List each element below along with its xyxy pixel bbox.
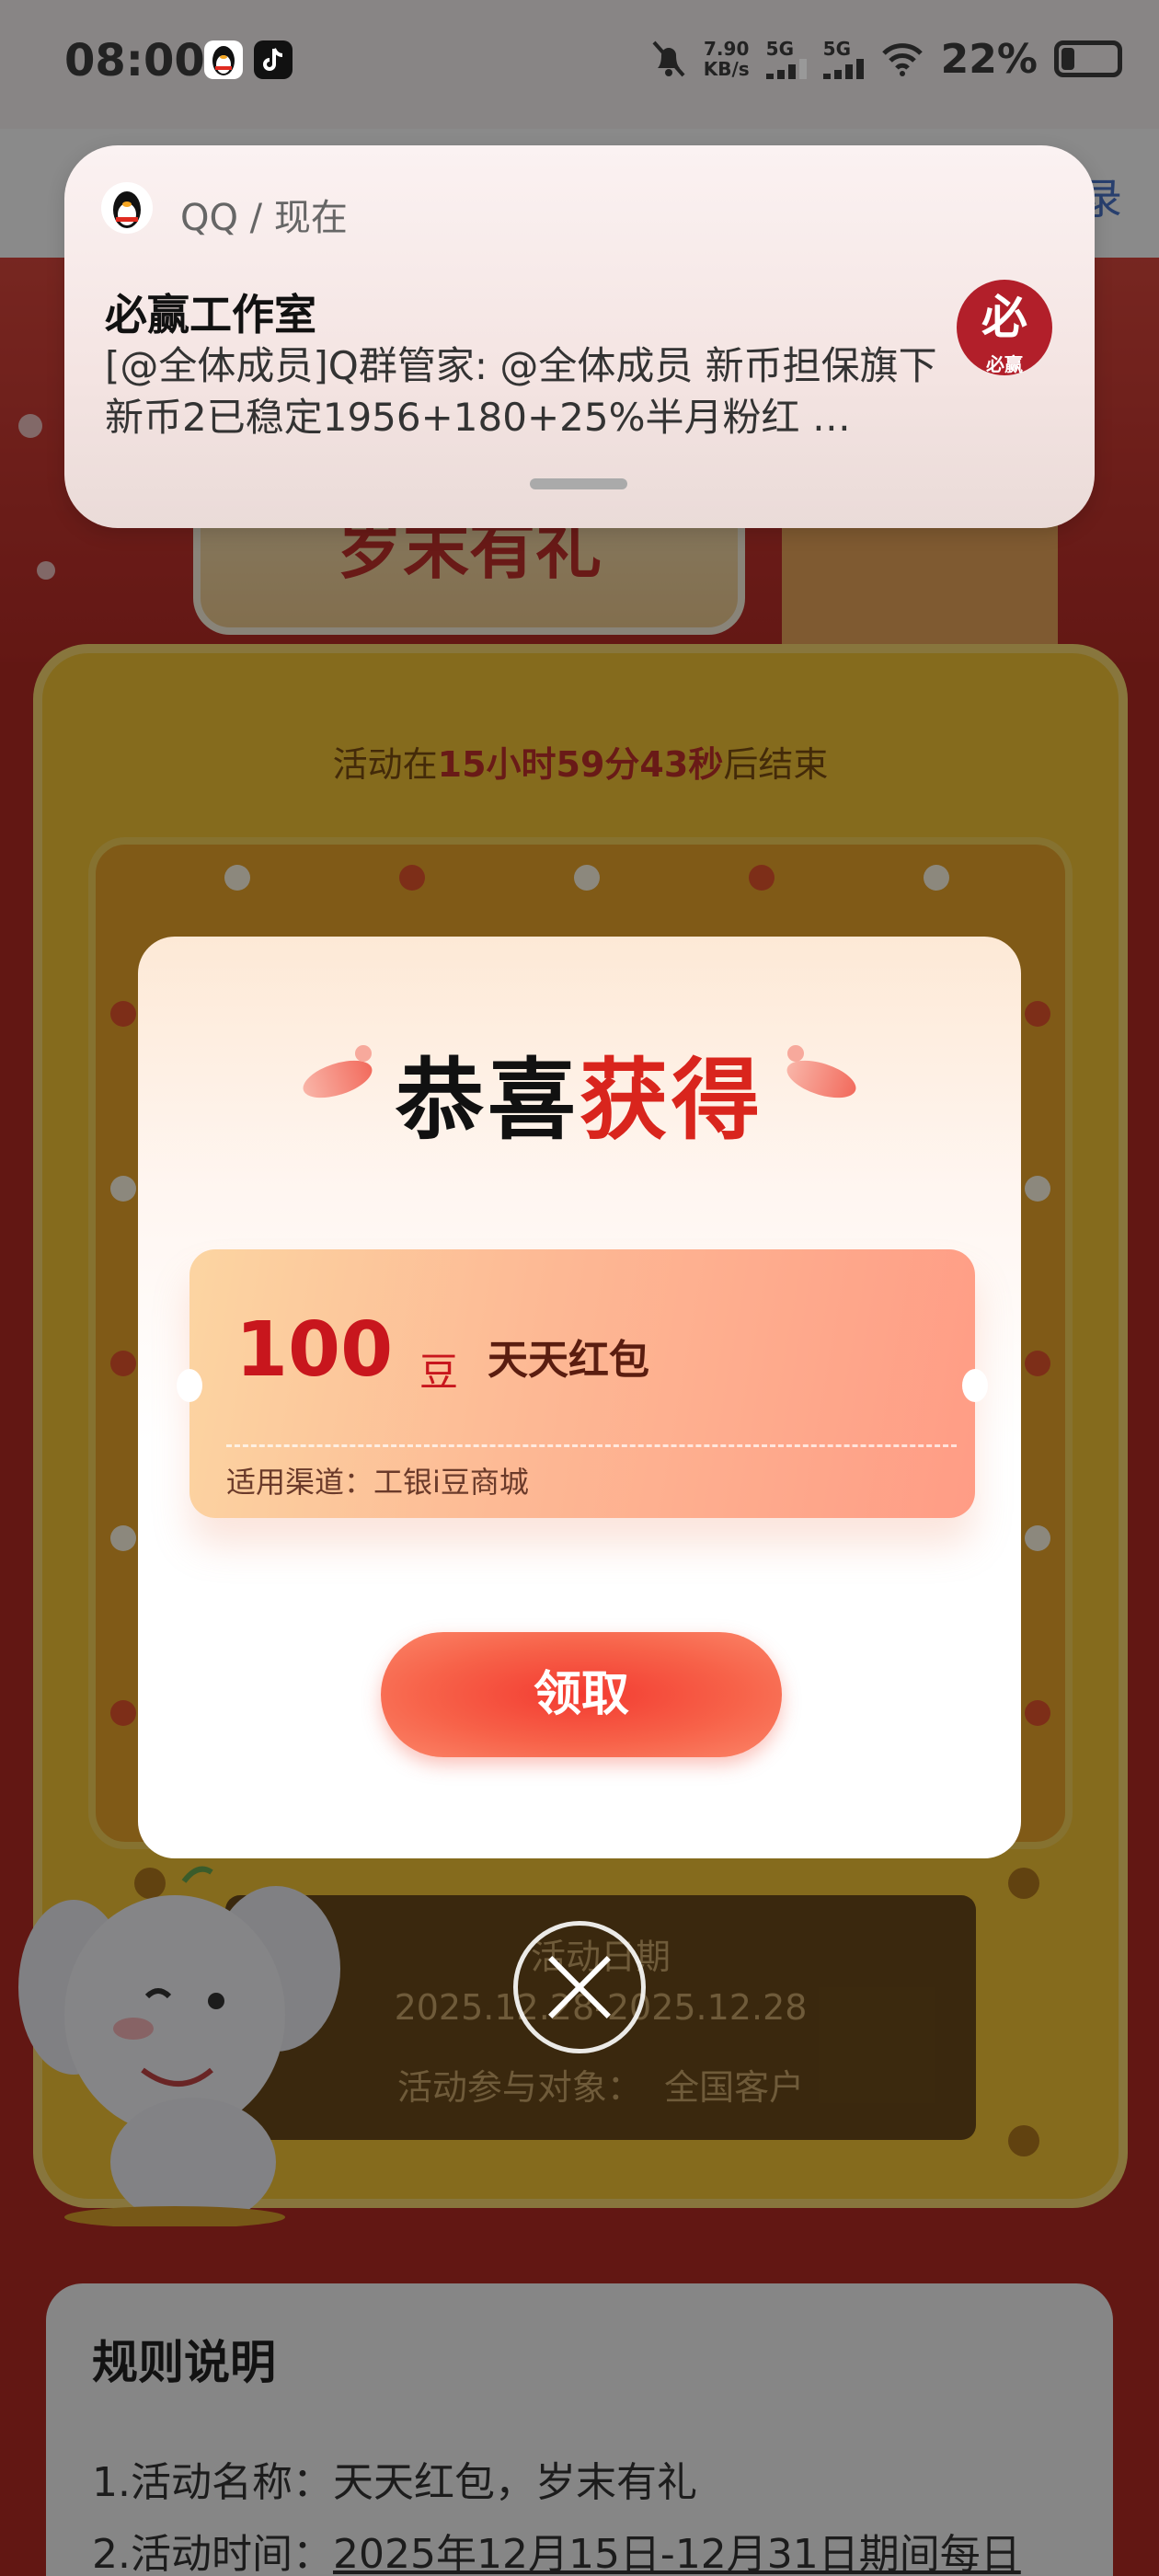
notification-body: [@全体成员]Q群管家: @全体成员 新币担保旗下新币2已稳定1956+180+… [105,343,937,440]
notification-app-name: QQ / 现在 [180,197,348,239]
notification-drag-handle[interactable] [530,478,627,489]
status-bar: 08:00 7.90 KB/s 5G 5G 22% [0,0,1159,129]
qq-penguin-icon [204,40,243,79]
mute-bell-icon [652,40,685,77]
claim-button[interactable]: 领取 [381,1632,782,1757]
reward-modal: 恭喜获得 100 豆 天天红包 适用渠道：工银i豆商城 领取 [138,937,1021,1858]
qq-notification[interactable]: QQ / 现在 必赢工作室 [@全体成员]Q群管家: @全体成员 新币担保旗下新… [64,145,1095,528]
coupon-divider [226,1444,957,1447]
coupon-notch [177,1369,202,1402]
tiktok-icon [254,40,293,79]
signal-1: 5G [765,39,807,79]
coupon-name: 天天红包 [488,1337,649,1384]
status-right-group: 7.90 KB/s 5G 5G 22% [650,33,1122,85]
notification-title: 必赢工作室 [105,290,316,339]
qq-app-icon [101,182,153,234]
battery-percent: 22% [940,35,1038,83]
coupon-unit: 豆 [419,1350,459,1395]
status-time: 08:00 [64,35,205,86]
signal-bars-icon [765,59,807,79]
wifi-icon [881,43,923,76]
battery-icon [1054,40,1122,77]
coupon-channel: 适用渠道：工银i豆商城 [226,1465,529,1500]
modal-title: 恭喜获得 [396,1049,763,1152]
close-icon[interactable] [513,1921,646,2053]
sender-avatar: 必 必赢 [957,280,1052,375]
signal-bars-icon [822,59,864,79]
reward-coupon: 100 豆 天天红包 适用渠道：工银i豆商城 [177,1249,988,1518]
coupon-notch [962,1369,988,1402]
coupon-amount: 100 [235,1306,394,1394]
net-speed: 7.90 KB/s [703,38,750,80]
signal-2: 5G [822,39,864,79]
